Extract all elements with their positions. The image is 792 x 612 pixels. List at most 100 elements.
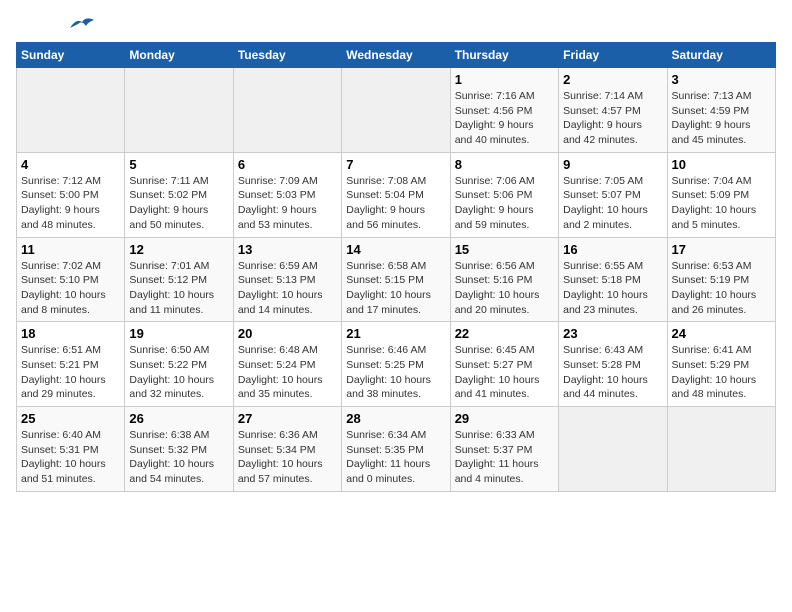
calendar-cell: 20 Sunrise: 6:48 AM Sunset: 5:24 PM Dayli… xyxy=(233,322,341,407)
calendar-cell: 23 Sunrise: 6:43 AM Sunset: 5:28 PM Dayli… xyxy=(559,322,667,407)
day-number: 9 xyxy=(563,157,662,172)
day-info: Sunrise: 6:45 AM Sunset: 5:27 PM Dayligh… xyxy=(455,344,540,400)
calendar-cell: 15 Sunrise: 6:56 AM Sunset: 5:16 PM Dayli… xyxy=(450,237,558,322)
calendar-cell: 11 Sunrise: 7:02 AM Sunset: 5:10 PM Dayli… xyxy=(17,237,125,322)
calendar-header-row: SundayMondayTuesdayWednesdayThursdayFrid… xyxy=(17,43,776,68)
day-info: Sunrise: 6:46 AM Sunset: 5:25 PM Dayligh… xyxy=(346,344,431,400)
calendar-cell xyxy=(17,68,125,153)
calendar-cell: 29 Sunrise: 6:33 AM Sunset: 5:37 PM Dayli… xyxy=(450,407,558,492)
calendar-cell: 19Sunrise: 6:50 AM Sunset: 5:22 PM Dayli… xyxy=(125,322,233,407)
day-number: 17 xyxy=(672,242,771,257)
day-info: Sunrise: 7:16 AM Sunset: 4:56 PM Dayligh… xyxy=(455,90,535,146)
day-number: 22 xyxy=(455,326,554,341)
day-info: Sunrise: 6:36 AM Sunset: 5:34 PM Dayligh… xyxy=(238,429,323,485)
day-number: 5 xyxy=(129,157,228,172)
logo-bird-icon xyxy=(68,14,96,34)
day-number: 27 xyxy=(238,411,337,426)
day-number: 11 xyxy=(21,242,120,257)
day-info: Sunrise: 6:34 AM Sunset: 5:35 PM Dayligh… xyxy=(346,429,430,485)
calendar-cell: 28 Sunrise: 6:34 AM Sunset: 5:35 PM Dayli… xyxy=(342,407,450,492)
day-info: Sunrise: 6:59 AM Sunset: 5:13 PM Dayligh… xyxy=(238,260,323,316)
calendar-cell: 8Sunrise: 7:06 AM Sunset: 5:06 PM Daylig… xyxy=(450,152,558,237)
calendar-cell xyxy=(125,68,233,153)
day-info: Sunrise: 7:04 AM Sunset: 5:09 PM Dayligh… xyxy=(672,175,757,231)
day-number: 25 xyxy=(21,411,120,426)
day-info: Sunrise: 6:33 AM Sunset: 5:37 PM Dayligh… xyxy=(455,429,539,485)
calendar-cell xyxy=(559,407,667,492)
calendar-week-5: 25 Sunrise: 6:40 AM Sunset: 5:31 PM Dayli… xyxy=(17,407,776,492)
day-info: Sunrise: 6:53 AM Sunset: 5:19 PM Dayligh… xyxy=(672,260,757,316)
calendar-cell: 12 Sunrise: 7:01 AM Sunset: 5:12 PM Dayli… xyxy=(125,237,233,322)
column-header-tuesday: Tuesday xyxy=(233,43,341,68)
calendar-cell: 1 Sunrise: 7:16 AM Sunset: 4:56 PM Daylig… xyxy=(450,68,558,153)
page-header xyxy=(16,16,776,34)
day-number: 21 xyxy=(346,326,445,341)
day-number: 1 xyxy=(455,72,554,87)
day-info: Sunrise: 7:14 AM Sunset: 4:57 PM Dayligh… xyxy=(563,90,643,146)
calendar-cell xyxy=(667,407,775,492)
day-number: 14 xyxy=(346,242,445,257)
calendar-cell: 13 Sunrise: 6:59 AM Sunset: 5:13 PM Dayli… xyxy=(233,237,341,322)
day-info: Sunrise: 6:50 AM Sunset: 5:22 PM Dayligh… xyxy=(129,344,214,400)
day-info: Sunrise: 6:51 AM Sunset: 5:21 PM Dayligh… xyxy=(21,344,106,400)
day-number: 18 xyxy=(21,326,120,341)
calendar-cell: 3Sunrise: 7:13 AM Sunset: 4:59 PM Daylig… xyxy=(667,68,775,153)
calendar-cell: 14 Sunrise: 6:58 AM Sunset: 5:15 PM Dayli… xyxy=(342,237,450,322)
calendar-cell: 9Sunrise: 7:05 AM Sunset: 5:07 PM Daylig… xyxy=(559,152,667,237)
day-number: 8 xyxy=(455,157,554,172)
day-info: Sunrise: 6:55 AM Sunset: 5:18 PM Dayligh… xyxy=(563,260,648,316)
day-info: Sunrise: 7:12 AM Sunset: 5:00 PM Dayligh… xyxy=(21,175,101,231)
day-number: 23 xyxy=(563,326,662,341)
day-number: 13 xyxy=(238,242,337,257)
day-info: Sunrise: 7:09 AM Sunset: 5:03 PM Dayligh… xyxy=(238,175,318,231)
day-number: 7 xyxy=(346,157,445,172)
calendar-table: SundayMondayTuesdayWednesdayThursdayFrid… xyxy=(16,42,776,492)
day-number: 16 xyxy=(563,242,662,257)
calendar-cell: 17 Sunrise: 6:53 AM Sunset: 5:19 PM Dayli… xyxy=(667,237,775,322)
calendar-cell xyxy=(233,68,341,153)
column-header-saturday: Saturday xyxy=(667,43,775,68)
calendar-cell: 7 Sunrise: 7:08 AM Sunset: 5:04 PM Daylig… xyxy=(342,152,450,237)
day-info: Sunrise: 6:40 AM Sunset: 5:31 PM Dayligh… xyxy=(21,429,106,485)
day-info: Sunrise: 6:56 AM Sunset: 5:16 PM Dayligh… xyxy=(455,260,540,316)
day-number: 24 xyxy=(672,326,771,341)
calendar-cell: 5Sunrise: 7:11 AM Sunset: 5:02 PM Daylig… xyxy=(125,152,233,237)
day-number: 10 xyxy=(672,157,771,172)
day-number: 4 xyxy=(21,157,120,172)
calendar-cell xyxy=(342,68,450,153)
calendar-cell: 16 Sunrise: 6:55 AM Sunset: 5:18 PM Dayli… xyxy=(559,237,667,322)
day-info: Sunrise: 7:13 AM Sunset: 4:59 PM Dayligh… xyxy=(672,90,752,146)
day-info: Sunrise: 6:43 AM Sunset: 5:28 PM Dayligh… xyxy=(563,344,648,400)
calendar-cell: 6 Sunrise: 7:09 AM Sunset: 5:03 PM Daylig… xyxy=(233,152,341,237)
calendar-cell: 25 Sunrise: 6:40 AM Sunset: 5:31 PM Dayli… xyxy=(17,407,125,492)
day-info: Sunrise: 7:02 AM Sunset: 5:10 PM Dayligh… xyxy=(21,260,106,316)
day-number: 26 xyxy=(129,411,228,426)
day-info: Sunrise: 6:58 AM Sunset: 5:15 PM Dayligh… xyxy=(346,260,431,316)
calendar-cell: 21 Sunrise: 6:46 AM Sunset: 5:25 PM Dayli… xyxy=(342,322,450,407)
day-info: Sunrise: 7:01 AM Sunset: 5:12 PM Dayligh… xyxy=(129,260,214,316)
day-number: 15 xyxy=(455,242,554,257)
logo xyxy=(16,16,96,34)
day-info: Sunrise: 7:08 AM Sunset: 5:04 PM Dayligh… xyxy=(346,175,426,231)
day-info: Sunrise: 6:41 AM Sunset: 5:29 PM Dayligh… xyxy=(672,344,757,400)
day-info: Sunrise: 6:38 AM Sunset: 5:32 PM Dayligh… xyxy=(129,429,214,485)
calendar-cell: 26 Sunrise: 6:38 AM Sunset: 5:32 PM Dayli… xyxy=(125,407,233,492)
calendar-cell: 22 Sunrise: 6:45 AM Sunset: 5:27 PM Dayli… xyxy=(450,322,558,407)
calendar-cell: 27 Sunrise: 6:36 AM Sunset: 5:34 PM Dayli… xyxy=(233,407,341,492)
calendar-cell: 2 Sunrise: 7:14 AM Sunset: 4:57 PM Daylig… xyxy=(559,68,667,153)
day-number: 28 xyxy=(346,411,445,426)
day-number: 20 xyxy=(238,326,337,341)
calendar-cell: 24 Sunrise: 6:41 AM Sunset: 5:29 PM Dayli… xyxy=(667,322,775,407)
calendar-week-2: 4 Sunrise: 7:12 AM Sunset: 5:00 PM Daylig… xyxy=(17,152,776,237)
day-number: 29 xyxy=(455,411,554,426)
day-number: 6 xyxy=(238,157,337,172)
column-header-monday: Monday xyxy=(125,43,233,68)
day-number: 2 xyxy=(563,72,662,87)
calendar-cell: 10 Sunrise: 7:04 AM Sunset: 5:09 PM Dayli… xyxy=(667,152,775,237)
day-info: Sunrise: 6:48 AM Sunset: 5:24 PM Dayligh… xyxy=(238,344,323,400)
calendar-week-1: 1 Sunrise: 7:16 AM Sunset: 4:56 PM Daylig… xyxy=(17,68,776,153)
column-header-friday: Friday xyxy=(559,43,667,68)
day-number: 12 xyxy=(129,242,228,257)
calendar-week-4: 18 Sunrise: 6:51 AM Sunset: 5:21 PM Dayli… xyxy=(17,322,776,407)
calendar-cell: 18 Sunrise: 6:51 AM Sunset: 5:21 PM Dayli… xyxy=(17,322,125,407)
